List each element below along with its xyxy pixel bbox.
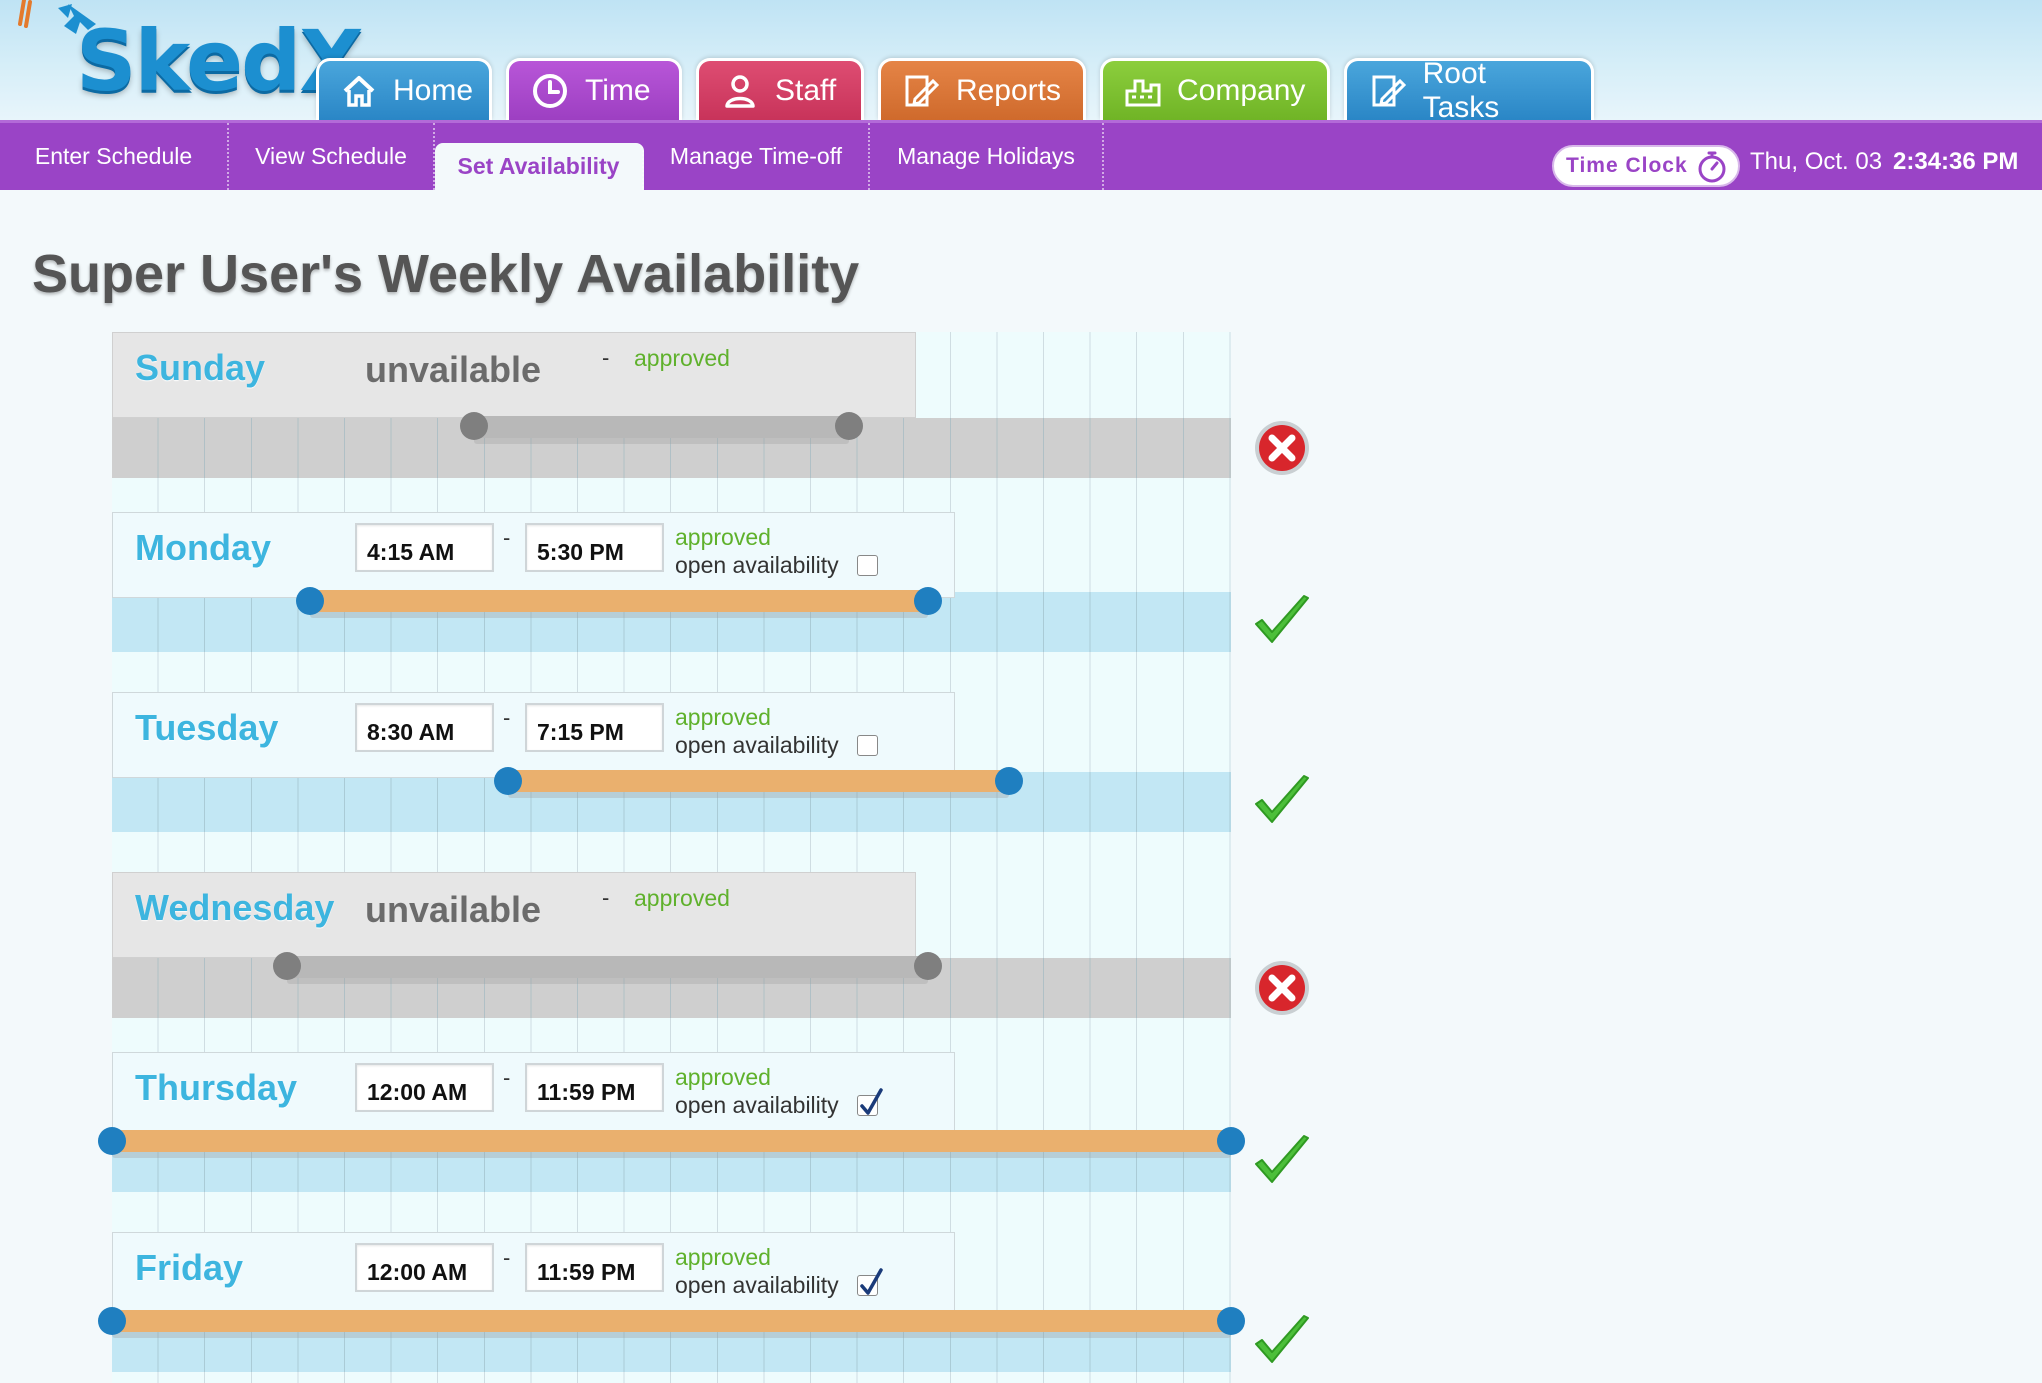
range-end-handle[interactable] xyxy=(1217,1127,1245,1155)
day-name: Monday xyxy=(135,527,272,568)
approved-status: approved xyxy=(675,524,771,550)
end-time-input[interactable] xyxy=(525,1063,664,1112)
dash-separator: - xyxy=(503,1245,511,1270)
tab-label: Root Tasks xyxy=(1422,56,1500,124)
availability-range-track xyxy=(286,956,928,978)
open-availability-label: open availability xyxy=(675,1272,839,1298)
checkmark-icon xyxy=(860,1268,883,1295)
time-clock-label: Time Clock xyxy=(1566,154,1688,177)
clock-icon xyxy=(529,70,571,112)
range-end-handle[interactable] xyxy=(834,412,863,440)
open-availability-label: open availability xyxy=(675,732,839,758)
approved-check-icon[interactable] xyxy=(1252,772,1312,832)
start-time-input[interactable] xyxy=(355,1063,494,1112)
range-end-handle[interactable] xyxy=(913,587,942,615)
page-title: Super User's Weekly Availability xyxy=(32,244,860,304)
dash-separator: - xyxy=(602,885,610,910)
availability-range-track xyxy=(508,770,1010,792)
day-header: Wednesday unvailable - approved xyxy=(112,872,916,958)
day-header: Thursday - approved open availability xyxy=(112,1052,955,1138)
tab-company[interactable]: Company xyxy=(1100,58,1330,120)
subnav-enter-schedule[interactable]: Enter Schedule xyxy=(0,123,229,190)
subnav-view-schedule[interactable]: View Schedule xyxy=(229,123,435,190)
day-name: Wednesday xyxy=(135,887,335,928)
range-start-handle[interactable] xyxy=(296,587,325,615)
skedx-logo[interactable]: SkedX xyxy=(18,0,364,118)
availability-range-track xyxy=(112,1130,1231,1152)
day-name: Sunday xyxy=(135,347,266,388)
approved-status: approved xyxy=(675,1064,771,1090)
approved-status: approved xyxy=(675,704,771,730)
tab-root-tasks[interactable]: Root Tasks xyxy=(1344,57,1594,124)
unavailable-x-icon[interactable] xyxy=(1252,418,1312,478)
open-availability-label: open availability xyxy=(675,1092,839,1118)
day-name: Friday xyxy=(135,1247,244,1288)
subnav-manage-time-off[interactable]: Manage Time-off xyxy=(644,123,870,190)
tab-reports[interactable]: Reports xyxy=(878,58,1086,120)
document-edit-icon xyxy=(1367,70,1409,112)
approved-check-icon[interactable] xyxy=(1252,1312,1312,1372)
tab-label: Time xyxy=(585,73,651,107)
dash-separator: - xyxy=(503,1065,511,1090)
tab-time[interactable]: Time xyxy=(506,58,682,120)
end-time-input[interactable] xyxy=(525,703,664,752)
open-availability-checkbox[interactable] xyxy=(857,1268,883,1296)
availability-range-track xyxy=(474,416,849,438)
home-icon xyxy=(339,70,379,112)
range-end-handle[interactable] xyxy=(1217,1307,1245,1335)
unavailable-x-icon[interactable] xyxy=(1252,958,1312,1018)
day-header: Tuesday - approved open availability xyxy=(112,692,955,778)
start-time-input[interactable] xyxy=(355,523,494,572)
approved-check-icon[interactable] xyxy=(1252,1132,1312,1192)
document-edit-icon xyxy=(901,70,942,112)
dash-separator: - xyxy=(503,525,511,550)
tab-staff[interactable]: Staff xyxy=(696,58,864,120)
end-time-input[interactable] xyxy=(525,523,664,572)
person-icon xyxy=(719,70,761,112)
tab-label: Home xyxy=(393,73,474,107)
day-header: Sunday unvailable - approved xyxy=(112,332,916,418)
open-availability-checkbox[interactable] xyxy=(857,1088,883,1116)
range-start-handle[interactable] xyxy=(98,1127,126,1155)
availability-grid xyxy=(112,332,1231,1383)
end-time-input[interactable] xyxy=(525,1243,664,1292)
subnav-manage-holidays[interactable]: Manage Holidays xyxy=(870,123,1104,190)
day-name: Thursday xyxy=(135,1067,298,1108)
tab-label: Reports xyxy=(955,73,1061,107)
approved-status: approved xyxy=(634,345,730,371)
dash-separator: - xyxy=(602,345,610,370)
approved-status: approved xyxy=(675,1244,771,1270)
top-header: SkedX Home Time Staff Reports Company Ro… xyxy=(0,0,2042,124)
unavailable-label: unvailable xyxy=(365,349,542,390)
day-header: Friday - approved open availability xyxy=(112,1232,955,1318)
approved-check-icon[interactable] xyxy=(1252,592,1312,652)
current-time: 2:34:36 PM xyxy=(1893,148,2019,175)
stopwatch-icon xyxy=(1698,151,1726,183)
approved-status: approved xyxy=(634,885,730,911)
main-tabs: Home Time Staff Reports Company Root Tas… xyxy=(316,57,1594,124)
availability-range-track xyxy=(310,590,928,612)
start-time-input[interactable] xyxy=(355,1243,494,1292)
time-clock-button[interactable]: Time Clock xyxy=(1552,145,1740,187)
tab-label: Company xyxy=(1177,73,1306,107)
range-start-handle[interactable] xyxy=(272,952,301,980)
dash-separator: - xyxy=(503,705,511,730)
day-name: Tuesday xyxy=(135,707,279,748)
tab-label: Staff xyxy=(775,73,837,107)
current-date: Thu, Oct. 03 xyxy=(1750,148,1883,175)
range-end-handle[interactable] xyxy=(913,952,942,980)
checkmark-icon xyxy=(860,1088,883,1115)
open-availability-label: open availability xyxy=(675,552,839,578)
unavailable-label: unvailable xyxy=(365,889,542,930)
day-header: Monday - approved open availability xyxy=(112,512,955,598)
building-icon xyxy=(1123,70,1163,112)
start-time-input[interactable] xyxy=(355,703,494,752)
open-availability-checkbox[interactable] xyxy=(857,735,878,756)
range-start-handle[interactable] xyxy=(98,1307,126,1335)
tab-home[interactable]: Home xyxy=(316,58,492,120)
availability-range-track xyxy=(112,1310,1231,1332)
open-availability-checkbox[interactable] xyxy=(857,555,878,576)
subnav-set-availability[interactable]: Set Availability xyxy=(435,143,644,190)
